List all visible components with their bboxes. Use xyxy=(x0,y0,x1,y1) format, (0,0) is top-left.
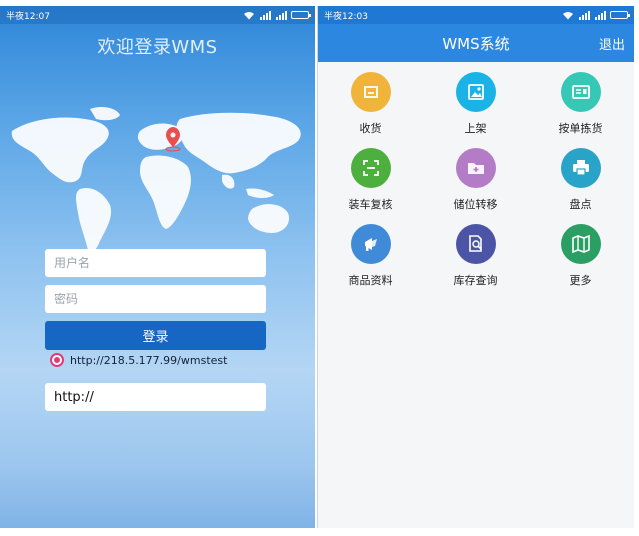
battery-icon xyxy=(610,11,630,19)
document-search-icon xyxy=(468,235,482,252)
status-bar: 半夜12:07 xyxy=(0,6,315,24)
page-title: 欢迎登录WMS xyxy=(97,37,218,58)
menu-item-label: 装车复核 xyxy=(348,198,393,211)
page-title: WMS系统 xyxy=(442,34,510,53)
server-url-input[interactable] xyxy=(45,383,266,411)
signal-icon xyxy=(276,10,287,20)
menu-item-bin-transfer[interactable]: 储位转移 xyxy=(423,144,528,220)
status-time: 半夜12:07 xyxy=(6,11,50,22)
printer-icon xyxy=(572,160,589,176)
login-button[interactable]: 登录 xyxy=(45,321,266,350)
menu-item-label: 库存查询 xyxy=(453,274,498,287)
icon-circle xyxy=(455,224,496,264)
icon-circle xyxy=(350,224,391,264)
menu-item-label: 收货 xyxy=(359,122,382,135)
status-icons xyxy=(562,10,630,20)
menu-item-load-check[interactable]: 装车复核 xyxy=(318,144,423,220)
megaphone-icon xyxy=(364,238,377,251)
app-bar: WMS系统 退出 xyxy=(318,24,634,62)
scan-check-icon xyxy=(362,160,379,176)
map-icon xyxy=(571,234,590,254)
wifi-icon xyxy=(244,11,254,19)
signal-icon xyxy=(260,10,271,20)
menu-item-product-info[interactable]: 商品资料 xyxy=(318,220,423,296)
logout-button[interactable]: 退出 xyxy=(599,34,625,53)
icon-circle xyxy=(560,148,601,188)
menu-grid: 收货 上架 按单拣货 装车复核 储位转移 盘点 商品资料 库存查询 更多 xyxy=(318,68,634,296)
world-map-illustration xyxy=(11,107,301,254)
menu-item-label: 按单拣货 xyxy=(558,122,603,135)
icon-circle xyxy=(350,148,391,188)
menu-item-label: 储位转移 xyxy=(453,198,498,211)
location-pin-icon xyxy=(165,127,181,152)
folder-transfer-icon xyxy=(467,163,484,174)
menu-item-pick-by-order[interactable]: 按单拣货 xyxy=(528,68,633,144)
status-time: 半夜12:03 xyxy=(324,11,368,22)
icon-circle xyxy=(560,224,601,264)
server-url-label: http://218.5.177.99/wmstest xyxy=(70,353,228,367)
menu-item-shelve[interactable]: 上架 xyxy=(423,68,528,144)
menu-item-label: 更多 xyxy=(569,274,592,287)
receive-icon xyxy=(363,86,378,98)
status-icons xyxy=(243,10,311,20)
status-bar: 半夜12:03 xyxy=(318,6,634,24)
icon-circle xyxy=(455,72,496,112)
server-radio[interactable] xyxy=(50,353,64,367)
icon-circle xyxy=(350,72,391,112)
menu-item-label: 上架 xyxy=(464,122,487,135)
username-input[interactable] xyxy=(45,249,266,277)
main-menu-screen: 半夜12:03 WMS系统 退出 收货 上架 按单拣货 装车复核 储位转移 盘点… xyxy=(317,6,634,528)
menu-item-label: 盘点 xyxy=(569,198,592,211)
menu-item-more[interactable]: 更多 xyxy=(528,220,633,296)
icon-circle xyxy=(455,148,496,188)
battery-icon xyxy=(291,11,311,19)
signal-icon xyxy=(595,10,606,20)
signal-icon xyxy=(579,10,590,20)
menu-item-inventory-query[interactable]: 库存查询 xyxy=(423,220,528,296)
menu-item-receive[interactable]: 收货 xyxy=(318,68,423,144)
shelve-icon xyxy=(467,84,484,100)
wifi-icon xyxy=(563,11,573,19)
login-screen: 半夜12:07 欢迎登录WMS 用户名 登录 http://218.5.177.… xyxy=(0,6,315,528)
server-option[interactable]: http://218.5.177.99/wmstest xyxy=(50,353,227,367)
password-input[interactable] xyxy=(45,285,266,313)
menu-item-stocktake[interactable]: 盘点 xyxy=(528,144,633,220)
icon-circle xyxy=(560,72,601,112)
menu-item-label: 商品资料 xyxy=(348,274,393,287)
pick-by-order-icon xyxy=(571,85,590,99)
